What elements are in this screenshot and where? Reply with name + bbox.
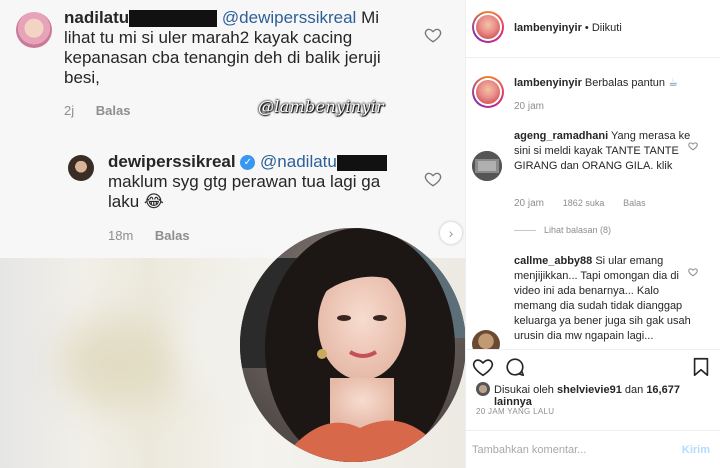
commenter-avatar[interactable]	[16, 12, 52, 48]
comment-username[interactable]: callme_abby88	[514, 255, 592, 267]
next-arrow-icon[interactable]: ›	[440, 222, 462, 244]
comment-likes[interactable]: 1862 suka	[563, 198, 605, 208]
comment-input[interactable]	[472, 439, 672, 461]
heart-icon[interactable]	[424, 26, 442, 44]
liked-prefix: Disukai oleh	[494, 384, 554, 396]
separator: •	[584, 22, 589, 34]
woman-portrait-photo	[240, 228, 465, 462]
liked-user[interactable]: shelvievie91	[557, 384, 622, 396]
caption-time: 20 jam	[514, 101, 545, 112]
post-timestamp: 20 JAM YANG LALU	[476, 407, 555, 416]
add-comment-bar: Kirim	[466, 430, 720, 468]
comment-2-text: maklum syg gtg perawan tua lagi ga laku …	[108, 172, 381, 211]
caption: lambenyinyir Berbalas pantun ☕	[514, 76, 710, 91]
comment-item: callme_abby88 Si ular emang menjijikkan.…	[514, 254, 692, 346]
post-comment-button[interactable]: Kirim	[682, 444, 710, 456]
liked-mid: dan	[624, 384, 644, 396]
caption-username[interactable]: lambenyinyir	[514, 77, 582, 89]
comment-1-reply[interactable]: Balas	[96, 103, 131, 118]
comment-1-username[interactable]: nadilatu	[64, 8, 129, 27]
heart-icon[interactable]	[424, 170, 442, 188]
likes-summary: Disukai oleh shelvievie91 dan 16,677 lai…	[494, 384, 720, 408]
caption-text: Berbalas pantun	[584, 77, 666, 89]
comment-time: 20 jam	[514, 198, 545, 209]
redaction-bar	[129, 10, 218, 28]
view-replies-label[interactable]: Lihat balasan (8)	[544, 225, 611, 235]
comment-2-time: 18m	[108, 228, 134, 243]
bookmark-icon[interactable]	[690, 356, 712, 378]
profile-avatar[interactable]	[472, 11, 504, 43]
verified-icon: ✓	[240, 155, 256, 171]
comment-2-reply[interactable]: Balas	[155, 228, 190, 243]
liker-avatar[interactable]	[476, 382, 490, 396]
comment-text: Si ular emang menjijikkan... Tapi omonga…	[514, 255, 691, 346]
watermark: @lambenyinyir	[258, 97, 385, 116]
post-sidebar: lambenyinyir • Diikuti lambenyinyir Berb…	[466, 0, 720, 468]
post-actions: Disukai oleh shelvievie91 dan 16,677 lai…	[466, 349, 720, 468]
comment-2-username[interactable]: dewiperssikreal	[108, 152, 236, 171]
comment-1-mention[interactable]: @dewiperssikreal	[222, 8, 356, 27]
comment-bubble-icon[interactable]	[504, 356, 526, 378]
view-replies[interactable]: Lihat balasan (8)	[514, 225, 627, 235]
heart-icon[interactable]	[688, 138, 698, 151]
commenter-avatar[interactable]	[68, 155, 94, 181]
comment-username[interactable]: ageng_ramadhani	[514, 130, 608, 142]
follow-status[interactable]: Diikuti	[592, 22, 622, 34]
coffee-emoji: ☕	[668, 77, 678, 89]
comment-1-time: 2j	[64, 103, 75, 118]
commenter-avatar[interactable]	[472, 151, 502, 181]
comment-reply[interactable]: Balas	[623, 198, 646, 208]
heart-icon[interactable]	[688, 264, 698, 277]
post-header: lambenyinyir • Diikuti	[466, 0, 720, 58]
post-media: nadilatu @dewiperssikreal Mi lihat tu mi…	[0, 0, 466, 468]
like-heart-icon[interactable]	[472, 356, 494, 378]
caption-avatar[interactable]	[472, 76, 504, 108]
comment-item: ageng_ramadhani Yang merasa ke sini si m…	[514, 129, 694, 174]
comment-2-mention[interactable]: @nadilatu	[260, 152, 337, 171]
redaction-bar	[336, 154, 387, 171]
header-username[interactable]: lambenyinyir	[514, 22, 582, 34]
